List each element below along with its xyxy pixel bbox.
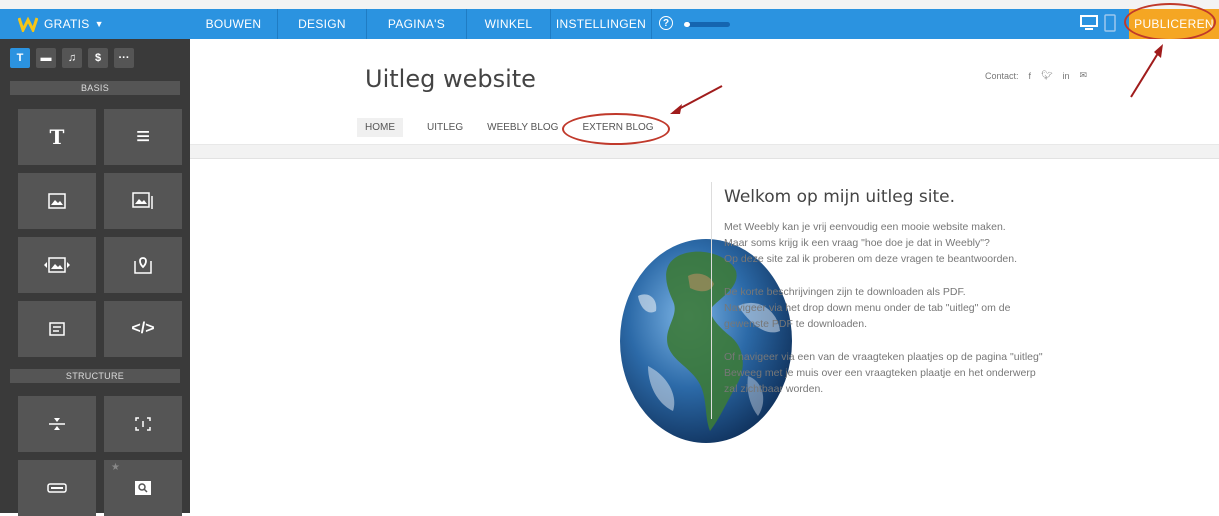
- spacer-element[interactable]: [104, 396, 182, 452]
- tab-design[interactable]: DESIGN: [278, 9, 367, 39]
- search-element[interactable]: ★: [104, 460, 182, 516]
- gallery-element[interactable]: [104, 173, 182, 229]
- title-element[interactable]: T: [18, 109, 96, 165]
- chevron-down-icon: ▼: [94, 19, 104, 29]
- more-category-icon[interactable]: ···: [114, 48, 134, 68]
- text-element[interactable]: ≡: [104, 109, 182, 165]
- paragraph-line: Maar soms krijg ik een vraag "hoe doe je…: [724, 237, 990, 249]
- progress-fill: [684, 22, 690, 27]
- paragraph-line: Op deze site zal ik proberen om deze vra…: [724, 253, 1018, 265]
- linkedin-icon[interactable]: in: [1062, 71, 1069, 81]
- header-divider: [190, 144, 1219, 159]
- progress-bar: [684, 22, 730, 27]
- layout-category-icon[interactable]: ▬: [36, 48, 56, 68]
- text-icon: ≡: [135, 123, 150, 150]
- nav-home[interactable]: HOME: [357, 118, 403, 137]
- paragraph-line: gewenste PDF te downloaden.: [724, 318, 868, 330]
- title-icon: T: [49, 125, 65, 149]
- mobile-view-icon[interactable]: [1104, 14, 1116, 37]
- site-preview: Uitleg website Contact: f 🐦︎ in ✉ HOME U…: [190, 39, 1219, 513]
- nav-weebly-blog[interactable]: WEEBLY BLOG: [487, 122, 558, 137]
- media-category-icon[interactable]: ♫: [62, 48, 82, 68]
- button-element[interactable]: [18, 460, 96, 516]
- form-element[interactable]: [18, 301, 96, 357]
- help-icon[interactable]: ?: [659, 16, 673, 30]
- gallery-icon: [132, 192, 153, 209]
- paragraph-2[interactable]: De korte beschrijvingen zijn te download…: [724, 284, 1010, 332]
- slideshow-icon: [44, 257, 70, 273]
- paragraph-line: Beweeg met je muis over een vraagteken p…: [724, 367, 1036, 379]
- content-divider: [711, 182, 712, 419]
- email-icon[interactable]: ✉: [1080, 70, 1088, 81]
- paragraph-line: De korte beschrijvingen zijn te download…: [724, 286, 966, 298]
- element-sidebar: T ▬ ♫ $ ··· BASIS T ≡ </> STRUCTURE ★: [0, 39, 190, 516]
- search-icon: [135, 481, 151, 495]
- contact-bar: Contact: f 🐦︎ in ✉: [985, 70, 1087, 81]
- paragraph-line: Met Weebly kan je vrij eenvoudig een moo…: [724, 221, 1006, 233]
- form-icon: [49, 322, 65, 336]
- code-icon: </>: [131, 320, 155, 337]
- site-title[interactable]: Uitleg website: [365, 65, 536, 93]
- section-basis: BASIS: [10, 81, 180, 95]
- map-icon: [134, 257, 152, 274]
- tab-paginas[interactable]: PAGINA'S: [367, 9, 467, 39]
- annotation-circle-publish: [1124, 3, 1216, 41]
- image-element[interactable]: [18, 173, 96, 229]
- paragraph-line: zal zichtbaar worden.: [724, 383, 824, 395]
- text-category-icon[interactable]: T: [10, 48, 30, 68]
- star-icon: ★: [111, 462, 120, 473]
- divider-icon: [49, 418, 65, 430]
- brand-menu[interactable]: GRATIS ▼: [0, 9, 190, 39]
- earth-image[interactable]: [618, 236, 794, 446]
- paragraph-line: Of navigeer via een van de vraagteken pl…: [724, 351, 1043, 363]
- desktop-view-icon[interactable]: [1080, 14, 1098, 37]
- paragraph-1[interactable]: Met Weebly kan je vrij eenvoudig een moo…: [724, 219, 1017, 267]
- map-element[interactable]: [104, 237, 182, 293]
- paragraph-3[interactable]: Of navigeer via een van de vraagteken pl…: [724, 349, 1043, 397]
- annotation-circle-extern-blog: [562, 113, 670, 145]
- top-bar: GRATIS ▼ BOUWEN DESIGN PAGINA'S WINKEL I…: [0, 9, 1219, 39]
- paragraph-line: Navigeer via het drop down menu onder de…: [724, 302, 1011, 314]
- image-icon: [48, 193, 66, 209]
- top-strip: [0, 0, 1219, 9]
- category-tabs: T ▬ ♫ $ ···: [10, 48, 134, 68]
- spacer-icon: [135, 417, 151, 431]
- facebook-icon[interactable]: f: [1029, 71, 1032, 81]
- twitter-icon[interactable]: 🐦︎: [1041, 70, 1052, 81]
- tab-instellingen[interactable]: INSTELLINGEN: [551, 9, 652, 39]
- nav-uitleg[interactable]: UITLEG: [427, 122, 463, 137]
- embed-code-element[interactable]: </>: [104, 301, 182, 357]
- welcome-heading[interactable]: Welkom op mijn uitleg site.: [724, 187, 955, 207]
- tab-bouwen[interactable]: BOUWEN: [190, 9, 278, 39]
- divider-element[interactable]: [18, 396, 96, 452]
- slideshow-element[interactable]: [18, 237, 96, 293]
- tab-winkel[interactable]: WINKEL: [467, 9, 551, 39]
- contact-label: Contact:: [985, 70, 1019, 81]
- plan-label: GRATIS: [44, 17, 90, 31]
- weebly-logo-icon: [18, 14, 38, 34]
- commerce-category-icon[interactable]: $: [88, 48, 108, 68]
- main-tabs: BOUWEN DESIGN PAGINA'S WINKEL INSTELLING…: [190, 9, 652, 39]
- section-structure: STRUCTURE: [10, 369, 180, 383]
- button-icon: [47, 483, 67, 493]
